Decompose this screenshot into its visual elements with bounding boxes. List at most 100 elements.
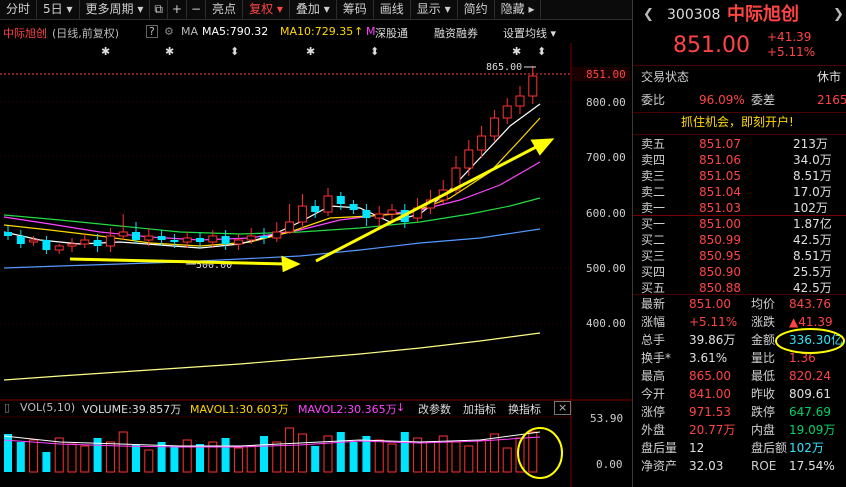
book-volume: 25.5万	[793, 265, 832, 279]
order-book-row[interactable]: 买三 850.95 8.51万	[633, 248, 846, 265]
order-book-row[interactable]: 买一 851.00 1.87亿	[633, 216, 846, 233]
candle-body	[272, 231, 282, 239]
event-marker: ✱	[165, 45, 174, 58]
event-marker: ✱	[306, 45, 315, 58]
close-icon[interactable]: ×	[554, 401, 572, 415]
stat-label: 跌停	[751, 405, 776, 419]
amount-highlight-circle	[775, 328, 845, 354]
edit-params-button[interactable]: 改参数	[418, 401, 451, 417]
stat-label: ROE	[751, 459, 777, 473]
candle-body	[362, 210, 371, 218]
book-level-label: 买四	[641, 265, 666, 279]
next-stock-icon[interactable]: ❯	[833, 4, 844, 26]
stat-value: 12	[689, 441, 705, 455]
stat-row: 最高 865.00 最低 820.24	[633, 368, 846, 385]
volume-bar	[144, 449, 154, 473]
vol-scale-bottom: 0.00	[596, 458, 623, 471]
volume-bar	[285, 427, 295, 473]
ma250-line	[3, 332, 541, 381]
stat-label: 净资产	[641, 459, 678, 473]
stat-value: 32.03	[689, 459, 724, 473]
volume-bar	[260, 436, 268, 472]
order-book-row[interactable]: 买四 850.90 25.5万	[633, 264, 846, 281]
vol-volume: VOLUME:39.857万	[82, 403, 182, 416]
volume-bars	[4, 427, 538, 473]
candle-body	[297, 205, 307, 223]
volume-bar	[297, 433, 307, 473]
stat-label: 总手	[641, 333, 666, 347]
candle-body	[374, 213, 384, 219]
book-level-label: 买一	[641, 217, 666, 231]
book-price: 850.99	[699, 233, 741, 247]
order-book-row[interactable]: 卖五 851.07 213万	[633, 136, 846, 153]
stat-label: 涨停	[641, 405, 666, 419]
candle-body	[246, 235, 256, 241]
stat-row: 涨停 971.53 跌停 647.69	[633, 404, 846, 421]
stat-label: 最高	[641, 369, 666, 383]
volume-bar	[105, 441, 115, 473]
candle-body	[182, 237, 192, 243]
order-book-row[interactable]: 卖三 851.05 8.51万	[633, 168, 846, 185]
order-book-row[interactable]: 买二 850.99 42.5万	[633, 232, 846, 249]
stat-label: 均价	[751, 297, 776, 311]
volume-bar	[477, 439, 487, 473]
stat-value: 39.86万	[689, 333, 736, 347]
order-book-row[interactable]: 卖二 851.04 17.0万	[633, 184, 846, 201]
candle-body	[4, 232, 12, 236]
stat-label: 昨收	[751, 387, 776, 401]
stat-value: 20.77万	[689, 423, 736, 437]
volume-bar	[233, 447, 243, 473]
stat-label: 涨幅	[641, 315, 666, 329]
volume-bar	[80, 445, 90, 473]
stock-name: 中际旭创	[727, 4, 799, 25]
candle-body	[489, 117, 499, 137]
vol-mavol1: MAVOL1:30.603万	[190, 403, 289, 416]
prev-stock-icon[interactable]: ❮	[643, 4, 654, 26]
volume-bar	[54, 437, 64, 473]
price-change-pct: +5.11%	[767, 45, 816, 59]
stat-value: 102万	[789, 441, 824, 455]
weibi-value: 96.09%	[699, 93, 745, 107]
stat-value: 3.61%	[689, 351, 728, 365]
stat-value: +5.11%	[689, 315, 738, 329]
book-volume: 1.87亿	[793, 217, 832, 231]
switch-indicator-button[interactable]: 换指标	[508, 401, 541, 417]
stat-value: 971.53	[689, 405, 731, 419]
volume-bar	[425, 441, 435, 473]
arrow-uptrend	[315, 144, 539, 263]
book-volume: 17.0万	[793, 185, 832, 199]
volume-highlight-circle	[517, 427, 563, 479]
book-level-label: 卖四	[641, 153, 666, 167]
candle-body	[105, 235, 115, 247]
volume-bar	[451, 441, 461, 473]
stat-label: 今开	[641, 387, 666, 401]
candle-body	[515, 95, 525, 107]
volume-bar	[400, 432, 409, 472]
vol-mavol2: MAVOL2:30.365万	[298, 403, 397, 416]
book-level-label: 卖五	[641, 137, 666, 151]
book-volume: 8.51万	[793, 169, 832, 183]
candle-body	[285, 221, 295, 233]
candle-body	[221, 236, 230, 244]
order-book-row[interactable]: 卖四 851.06 34.0万	[633, 152, 846, 169]
candle-body	[196, 238, 204, 242]
candle-body	[16, 236, 25, 244]
volume-bar	[221, 438, 230, 472]
book-volume: 42.5万	[793, 233, 832, 247]
candle-body	[144, 235, 154, 241]
stat-label: 盘后额	[751, 441, 788, 455]
ma30-line	[3, 197, 541, 235]
candle-body	[502, 105, 512, 119]
open-account-banner[interactable]: 抓住机会，即刻开户!	[681, 114, 794, 131]
candle-body	[42, 240, 51, 250]
event-marker: ⬍	[537, 45, 546, 58]
vol-indicator-name[interactable]: VOL(5,10)	[20, 401, 75, 414]
stat-row: 最新 851.00 均价 843.76	[633, 296, 846, 313]
volume-bar	[349, 442, 358, 472]
add-indicator-button[interactable]: 加指标	[463, 401, 496, 417]
weicha-value: 2165	[817, 93, 846, 107]
event-marker: ✱	[101, 45, 110, 58]
candle-body	[260, 236, 268, 238]
current-price-tag: 851.00	[586, 68, 626, 81]
expand-icon[interactable]: ▯	[4, 401, 10, 414]
